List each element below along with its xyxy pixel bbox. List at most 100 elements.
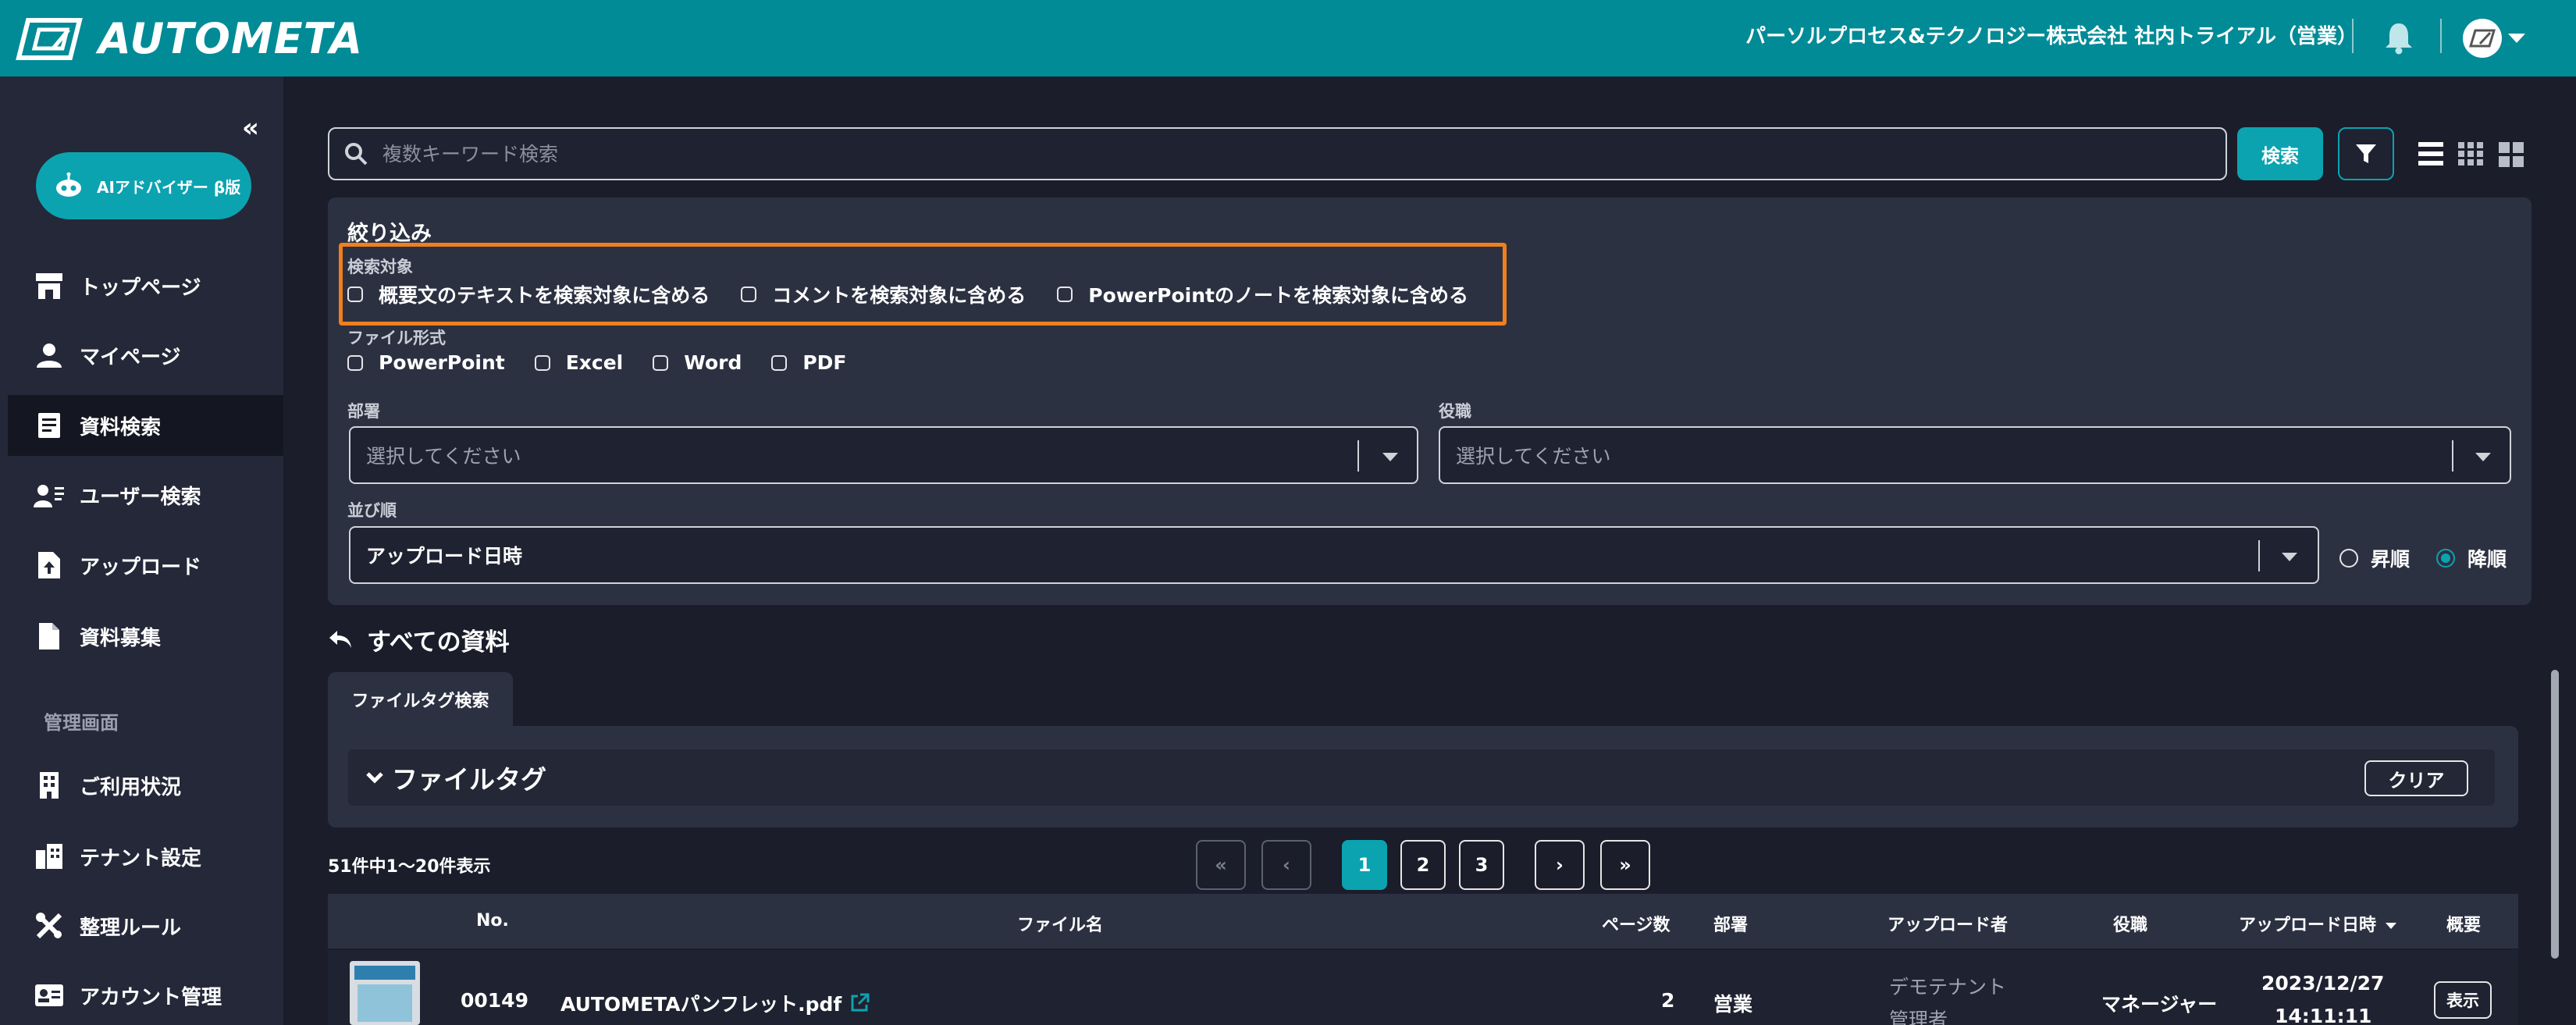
all-documents-link[interactable]: すべての資料 [328, 622, 510, 657]
chevron-down-icon [2282, 553, 2297, 561]
first-page-button[interactable]: « [1196, 840, 1246, 890]
search-input[interactable] [382, 142, 2178, 165]
sort-label: 並び順 [347, 501, 397, 520]
sidebar-item-top[interactable]: トップページ [8, 255, 283, 316]
sidebar-item-mypage[interactable]: マイページ [8, 325, 283, 386]
sidebar-item-label: トップページ [80, 276, 201, 300]
back-arrow-icon [329, 630, 351, 648]
collapse-sidebar-icon[interactable]: « [242, 112, 259, 144]
user-search-icon [31, 477, 67, 513]
row-file-name-link[interactable]: AUTOMETAパンフレット.pdf [560, 989, 870, 1017]
file-tag-accordion[interactable]: ファイルタグ クリア [348, 749, 2495, 806]
thumbnail-band [354, 966, 415, 980]
sidebar-item-rules[interactable]: 整理ルール [8, 895, 283, 956]
sidebar-item-label: ご利用状況 [80, 775, 182, 799]
checkbox[interactable] [534, 354, 550, 371]
scrollbar[interactable] [2551, 670, 2559, 959]
file-format-label: ファイル形式 [347, 329, 446, 347]
chevron-down-icon [2475, 453, 2491, 461]
list-view-icon[interactable] [2417, 139, 2445, 172]
upload-file-icon [31, 547, 67, 583]
ai-advisor-button[interactable]: AIアドバイザー β版 [36, 152, 251, 219]
store-icon [31, 268, 67, 304]
checkbox[interactable] [347, 354, 363, 371]
page-1-button[interactable]: 1 [1342, 840, 1387, 890]
column-header-upload-date[interactable]: アップロード日時 [2239, 911, 2396, 936]
sort-caret-icon [2385, 923, 2396, 929]
grid-small-view-icon[interactable] [2457, 139, 2485, 172]
avatar [2463, 19, 2502, 58]
row-file-name: AUTOMETAパンフレット.pdf [560, 993, 842, 1016]
select-value: アップロード日時 [366, 545, 523, 568]
sort-select[interactable]: アップロード日時 [349, 526, 2319, 584]
keyword-search-box[interactable] [328, 127, 2227, 180]
notification-bell-icon[interactable] [2383, 20, 2414, 58]
search-target-highlight [339, 243, 1507, 326]
company-name: パーソルプロセス&テクノロジー株式会社 社内トライアル（営業） [1745, 25, 2357, 48]
row-department: 営業 [1713, 993, 1753, 1016]
column-header-upload-date-label: アップロード日時 [2239, 916, 2377, 935]
building-icon [31, 767, 67, 803]
all-documents-label: すべての資料 [367, 628, 510, 657]
role-select[interactable]: 選択してください [1439, 426, 2511, 484]
checkbox[interactable] [771, 354, 788, 371]
format-pdf-checkbox[interactable]: PDF [771, 351, 847, 374]
header-divider [2440, 19, 2442, 53]
table-row[interactable]: 00149 AUTOMETAパンフレット.pdf 2 営業 デモテナント 管理者… [328, 950, 2518, 1025]
sidebar: « AIアドバイザー β版 トップページ マイページ 資料検索 ユーザー検索 ア… [0, 77, 283, 1025]
sidebar-item-user-search[interactable]: ユーザー検索 [8, 464, 283, 525]
column-header-department: 部署 [1713, 916, 1749, 935]
sidebar-item-label: テナント設定 [80, 846, 202, 870]
chevron-down-icon [2508, 34, 2525, 43]
sidebar-item-recruit[interactable]: 資料募集 [8, 606, 283, 667]
grid-large-view-icon[interactable] [2497, 139, 2525, 172]
department-select[interactable]: 選択してください [349, 426, 1418, 484]
sidebar-item-upload[interactable]: アップロード [8, 535, 283, 596]
department-label: 部署 [347, 402, 380, 421]
tools-icon [31, 908, 67, 944]
tab-file-tag-search[interactable]: ファイルタグ検索 [328, 672, 513, 727]
column-header-uploader: アップロード者 [1888, 916, 2008, 935]
row-time: 14:11:11 [2275, 1005, 2372, 1025]
next-page-button[interactable]: › [1535, 840, 1585, 890]
row-uploader-line2[interactable]: 管理者 [1889, 1005, 1948, 1025]
sidebar-item-usage[interactable]: ご利用状況 [8, 755, 283, 816]
show-summary-button[interactable]: 表示 [2434, 981, 2492, 1019]
page-2-button[interactable]: 2 [1400, 840, 1446, 890]
sidebar-item-label: ユーザー検索 [80, 485, 201, 509]
sidebar-item-document-search[interactable]: 資料検索 [8, 395, 283, 456]
row-role: マネージャー [2101, 993, 2218, 1016]
chevron-down-icon [1382, 453, 1398, 461]
sidebar-item-label: 資料検索 [80, 415, 162, 440]
user-menu[interactable] [2463, 19, 2525, 58]
filter-toggle-button[interactable] [2338, 127, 2394, 180]
robot-icon [56, 173, 81, 197]
file-tag-panel: ファイルタグ クリア [328, 726, 2518, 827]
file-thumbnail[interactable] [350, 961, 420, 1025]
row-pages: 2 [1661, 989, 1675, 1012]
column-header-no: No. [476, 911, 509, 931]
ascending-radio[interactable] [2339, 549, 2358, 568]
clear-button[interactable]: クリア [2364, 760, 2468, 796]
descending-radio[interactable] [2436, 549, 2456, 568]
app-logo[interactable]: AUTOMETA [14, 14, 363, 63]
page-3-button[interactable]: 3 [1459, 840, 1504, 890]
checkbox-label: PDF [802, 351, 847, 374]
format-word-checkbox[interactable]: Word [653, 351, 742, 374]
format-excel-checkbox[interactable]: Excel [534, 351, 623, 374]
descending-label: 降順 [2467, 548, 2507, 571]
row-no: 00149 [461, 989, 528, 1012]
file-tag-label: ファイルタグ [392, 764, 546, 795]
row-uploader-line1[interactable]: デモテナント [1889, 972, 2006, 1000]
last-page-button[interactable]: » [1600, 840, 1650, 890]
sidebar-item-tenant-settings[interactable]: テナント設定 [8, 826, 283, 887]
prev-page-button[interactable]: ‹ [1261, 840, 1311, 890]
column-header-summary: 概要 [2446, 916, 2482, 935]
header-divider [2352, 19, 2354, 53]
sidebar-item-accounts[interactable]: アカウント管理 [8, 965, 283, 1025]
checkbox[interactable] [653, 354, 669, 371]
select-placeholder: 選択してください [366, 445, 521, 468]
checkbox-label: PowerPoint [379, 351, 505, 374]
format-powerpoint-checkbox[interactable]: PowerPoint [347, 351, 505, 374]
search-button[interactable]: 検索 [2237, 127, 2323, 180]
